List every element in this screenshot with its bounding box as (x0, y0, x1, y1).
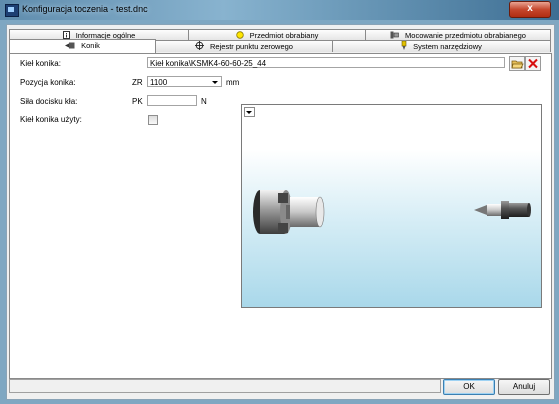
open-folder-icon (511, 60, 524, 69)
tailstock-panel: Kieł konika: Kieł konika\KSMK4-60-60-25_… (9, 53, 552, 379)
tab-label: Rejestr punktu zerowego (210, 42, 293, 51)
tab-label: Konik (81, 41, 100, 50)
app-icon (5, 4, 19, 17)
tab-tailstock[interactable]: Konik (9, 39, 156, 53)
delete-button[interactable] (525, 56, 541, 71)
chuck-model (253, 190, 325, 234)
tailstock-position-label: Pozycja konika: (20, 78, 76, 87)
crosshair-icon (195, 41, 205, 53)
clamping-force-unit: N (201, 97, 207, 106)
clamping-force-code: PK (132, 97, 143, 106)
tailstock-position-unit: mm (226, 78, 240, 87)
tab-label: Mocowanie przedmiotu obrabianego (405, 31, 526, 40)
tailstock-center-field[interactable]: Kieł konika\KSMK4-60-60-25_44 (147, 57, 505, 68)
tab-zero-point-register[interactable]: Rejestr punktu zerowego (155, 40, 333, 52)
red-x-icon (528, 58, 538, 69)
dialog-window: Konfiguracja toczenia - test.dnc x Infor… (0, 0, 559, 404)
clamping-force-input[interactable] (147, 95, 197, 106)
tailstock-used-checkbox[interactable] (148, 115, 158, 125)
tailstock-used-label: Kieł konika użyty: (20, 115, 82, 124)
tailstock-icon (65, 41, 75, 52)
tab-label: Przedmiot obrabiany (249, 31, 319, 40)
window-title: Konfiguracja toczenia - test.dnc (22, 4, 148, 14)
machine-preview-canvas (253, 190, 531, 234)
status-bar (9, 379, 441, 393)
cancel-button[interactable]: Anuluj (498, 379, 550, 395)
tailstock-position-code: ZR (132, 78, 143, 87)
open-folder-button[interactable] (509, 56, 525, 71)
tab-row-2: Konik Rejestr punktu zerowego System nar… (9, 39, 551, 53)
tab-tool-system[interactable]: System narzędziowy (332, 40, 551, 52)
title-bar[interactable]: Konfiguracja toczenia - test.dnc x (0, 0, 559, 20)
tailstock-position-value: 1100 (150, 78, 168, 87)
close-button[interactable]: x (509, 1, 551, 18)
clamping-force-label: Siła docisku kła: (20, 97, 78, 106)
tab-label: System narzędziowy (413, 42, 482, 51)
tailstock-model (474, 201, 531, 219)
dialog-client-area: Informacje ogólne Przedmiot obrabiany Mo… (6, 24, 555, 400)
chevron-down-icon (212, 81, 218, 84)
ok-button[interactable]: OK (443, 379, 495, 395)
tool-icon (401, 40, 407, 53)
machine-preview[interactable] (241, 104, 542, 308)
tailstock-center-label: Kieł konika: (20, 59, 61, 68)
tailstock-position-dropdown[interactable]: 1100 (147, 76, 222, 87)
